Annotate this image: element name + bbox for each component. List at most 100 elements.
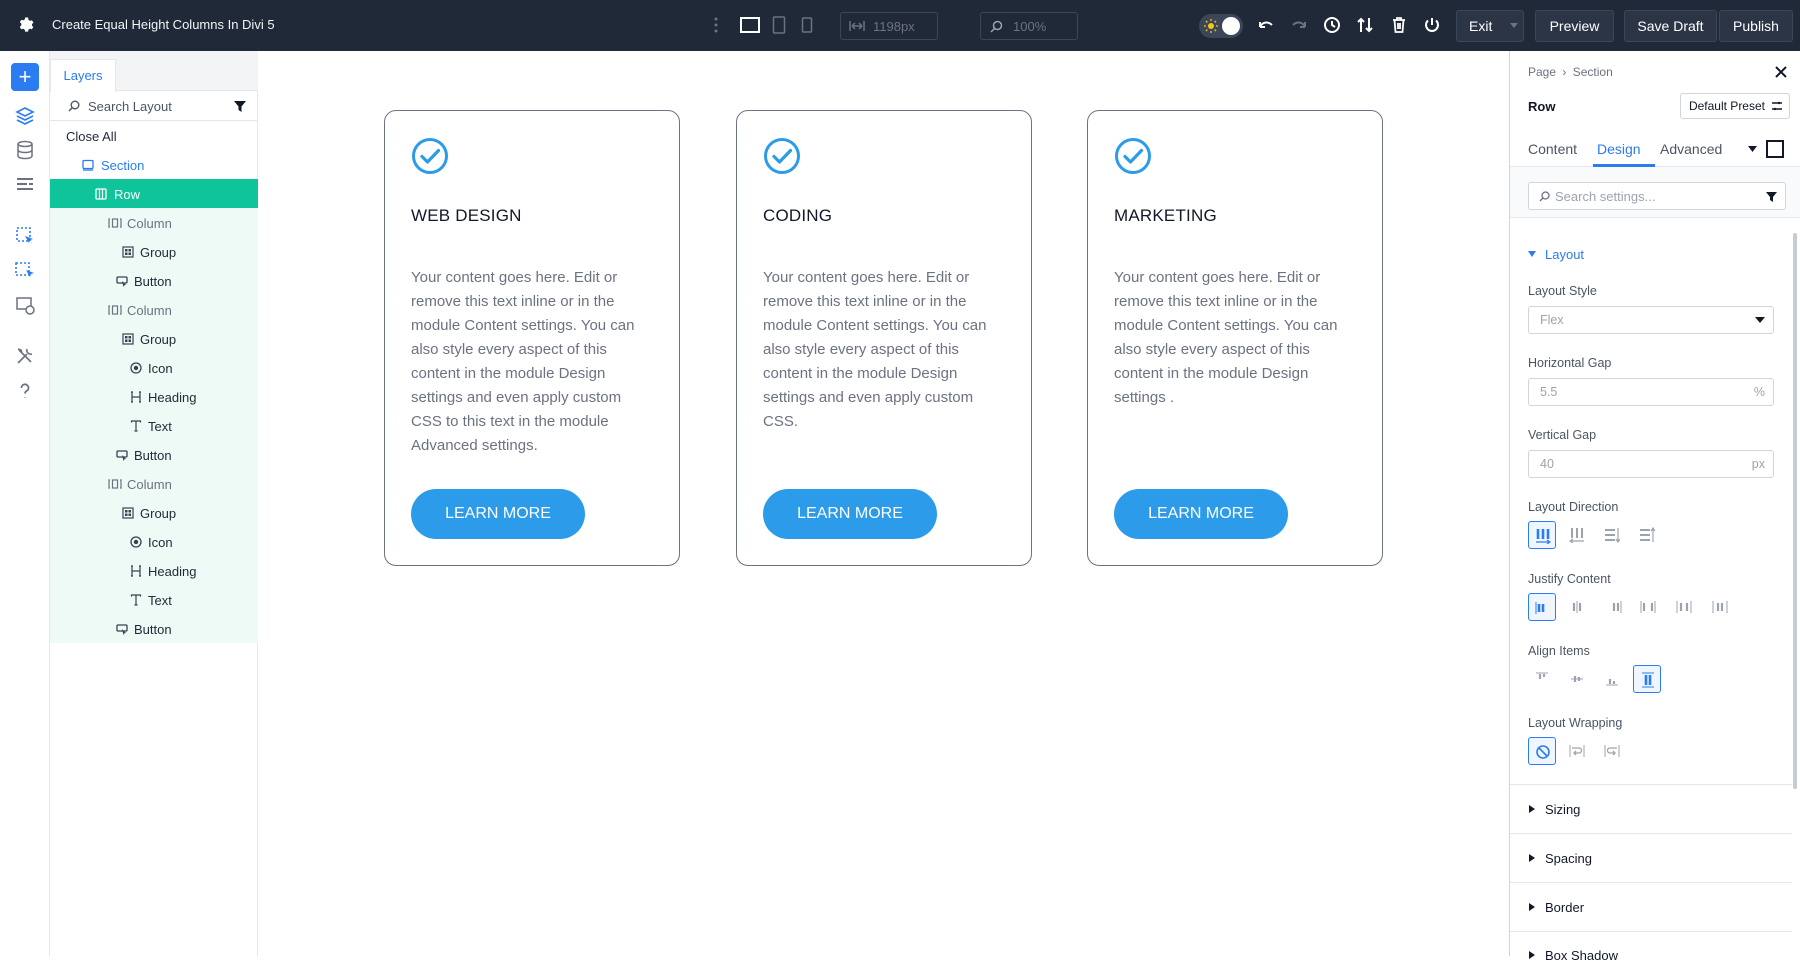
panel-toggle-icon[interactable] [1766, 140, 1784, 158]
tab-design[interactable]: Design [1597, 141, 1641, 157]
layout-style-select[interactable]: Flex [1528, 306, 1774, 334]
layer-icon[interactable]: Icon [50, 527, 258, 556]
wrap-option[interactable] [1563, 737, 1591, 765]
card-heading[interactable]: CODING [763, 206, 832, 226]
select-element-icon[interactable] [15, 226, 35, 246]
direction-column-reverse-option[interactable] [1633, 521, 1661, 549]
canvas-width-field[interactable]: 1198px [840, 12, 938, 40]
tools-icon[interactable] [15, 346, 35, 366]
card-coding[interactable]: CODING Your content goes here. Edit or r… [736, 110, 1032, 566]
card-body-text[interactable]: Your content goes here. Edit or remove t… [1114, 266, 1358, 410]
gear-icon[interactable] [16, 16, 34, 34]
responsive-settings-icon[interactable] [15, 295, 35, 315]
layer-group[interactable]: Group [50, 498, 258, 527]
tab-layers[interactable]: Layers [50, 59, 116, 92]
justify-space-evenly-option[interactable] [1706, 593, 1734, 621]
add-module-button[interactable]: + [11, 63, 39, 91]
close-all-button[interactable]: Close All [50, 121, 258, 150]
align-end-option[interactable] [1598, 665, 1626, 693]
breadcrumb-section[interactable]: Section [1573, 65, 1613, 79]
card-body-text[interactable]: Your content goes here. Edit or remove t… [763, 266, 1007, 434]
layer-heading[interactable]: Heading [50, 556, 258, 585]
theme-toggle[interactable] [1199, 14, 1243, 38]
multi-select-icon[interactable] [15, 260, 35, 280]
zoom-field[interactable]: 100% [980, 12, 1078, 40]
nowrap-option[interactable] [1528, 737, 1556, 765]
layer-group[interactable]: Group [50, 237, 258, 266]
check-circle-icon[interactable] [411, 137, 449, 175]
justify-center-option[interactable] [1563, 593, 1591, 621]
layer-heading[interactable]: Heading [50, 382, 258, 411]
card-web-design[interactable]: WEB DESIGN Your content goes here. Edit … [384, 110, 680, 566]
learn-more-button[interactable]: LEARN MORE [411, 489, 585, 539]
help-icon[interactable] [15, 381, 35, 401]
learn-more-button[interactable]: LEARN MORE [763, 489, 937, 539]
chevron-down-icon[interactable] [1509, 22, 1519, 30]
database-icon[interactable] [15, 140, 35, 160]
sizing-group-toggle[interactable]: Sizing [1528, 802, 1628, 818]
chevron-down-icon[interactable] [1748, 146, 1757, 153]
card-body-text[interactable]: Your content goes here. Edit or remove t… [411, 266, 655, 458]
learn-more-button[interactable]: LEARN MORE [1114, 489, 1288, 539]
align-start-option[interactable] [1528, 665, 1556, 693]
check-circle-icon[interactable] [763, 137, 801, 175]
close-icon[interactable] [1774, 65, 1788, 79]
page-settings-icon[interactable] [15, 175, 35, 195]
vertical-gap-unit[interactable]: px [1752, 457, 1765, 471]
drag-handle-icon[interactable] [712, 16, 720, 34]
filter-icon[interactable] [234, 101, 246, 112]
layers-icon[interactable] [15, 106, 35, 126]
settings-search-input[interactable]: Search settings... [1528, 182, 1786, 210]
redo-icon[interactable] [1290, 16, 1308, 34]
breadcrumb-page[interactable]: Page [1528, 65, 1556, 79]
layer-text[interactable]: Text [50, 411, 258, 440]
direction-column-option[interactable] [1598, 521, 1626, 549]
layer-button[interactable]: Button [50, 614, 258, 643]
layer-column[interactable]: Column [50, 469, 258, 498]
justify-space-around-option[interactable] [1670, 593, 1698, 621]
save-draft-button[interactable]: Save Draft [1624, 10, 1717, 42]
direction-row-reverse-option[interactable] [1563, 521, 1591, 549]
horizontal-gap-input[interactable]: 5.5 % [1528, 378, 1774, 406]
undo-icon[interactable] [1257, 16, 1275, 34]
trash-icon[interactable] [1390, 16, 1408, 34]
justify-end-option[interactable] [1600, 593, 1628, 621]
layer-row[interactable]: Row [50, 179, 258, 208]
preset-dropdown[interactable]: Default Preset [1679, 93, 1790, 119]
border-group-toggle[interactable]: Border [1528, 900, 1628, 916]
check-circle-icon[interactable] [1114, 137, 1152, 175]
power-icon[interactable] [1423, 16, 1441, 34]
align-center-option[interactable] [1563, 665, 1591, 693]
horizontal-gap-unit[interactable]: % [1754, 385, 1765, 399]
preview-button[interactable]: Preview [1535, 10, 1614, 42]
phone-view-icon[interactable] [801, 16, 813, 34]
layer-icon[interactable]: Icon [50, 353, 258, 382]
vertical-gap-input[interactable]: 40 px [1528, 450, 1774, 478]
layer-button[interactable]: Button [50, 440, 258, 469]
filter-icon[interactable] [1766, 192, 1777, 202]
direction-row-option[interactable] [1528, 521, 1556, 549]
card-heading[interactable]: MARKETING [1114, 206, 1217, 226]
history-icon[interactable] [1323, 16, 1341, 34]
card-marketing[interactable]: MARKETING Your content goes here. Edit o… [1087, 110, 1383, 566]
layer-text[interactable]: Text [50, 585, 258, 614]
tablet-view-icon[interactable] [772, 16, 786, 34]
publish-button[interactable]: Publish [1719, 10, 1793, 42]
wrap-reverse-option[interactable] [1598, 737, 1626, 765]
layers-search-input[interactable]: Search Layout [88, 99, 172, 114]
justify-start-option[interactable] [1528, 593, 1556, 621]
box-shadow-group-toggle[interactable]: Box Shadow [1528, 948, 1628, 964]
tab-content[interactable]: Content [1528, 141, 1577, 157]
settings-scrollbar[interactable] [1793, 233, 1797, 789]
layer-button[interactable]: Button [50, 266, 258, 295]
desktop-view-icon[interactable] [740, 16, 760, 34]
spacing-group-toggle[interactable]: Spacing [1528, 851, 1628, 867]
tab-advanced[interactable]: Advanced [1660, 141, 1722, 157]
layer-column[interactable]: Column [50, 295, 258, 324]
layer-section[interactable]: Section [50, 150, 258, 179]
align-stretch-option[interactable] [1633, 665, 1661, 693]
layer-group[interactable]: Group [50, 324, 258, 353]
layout-group-toggle[interactable]: Layout [1528, 247, 1628, 263]
layer-column[interactable]: Column [50, 208, 258, 237]
card-heading[interactable]: WEB DESIGN [411, 206, 522, 226]
